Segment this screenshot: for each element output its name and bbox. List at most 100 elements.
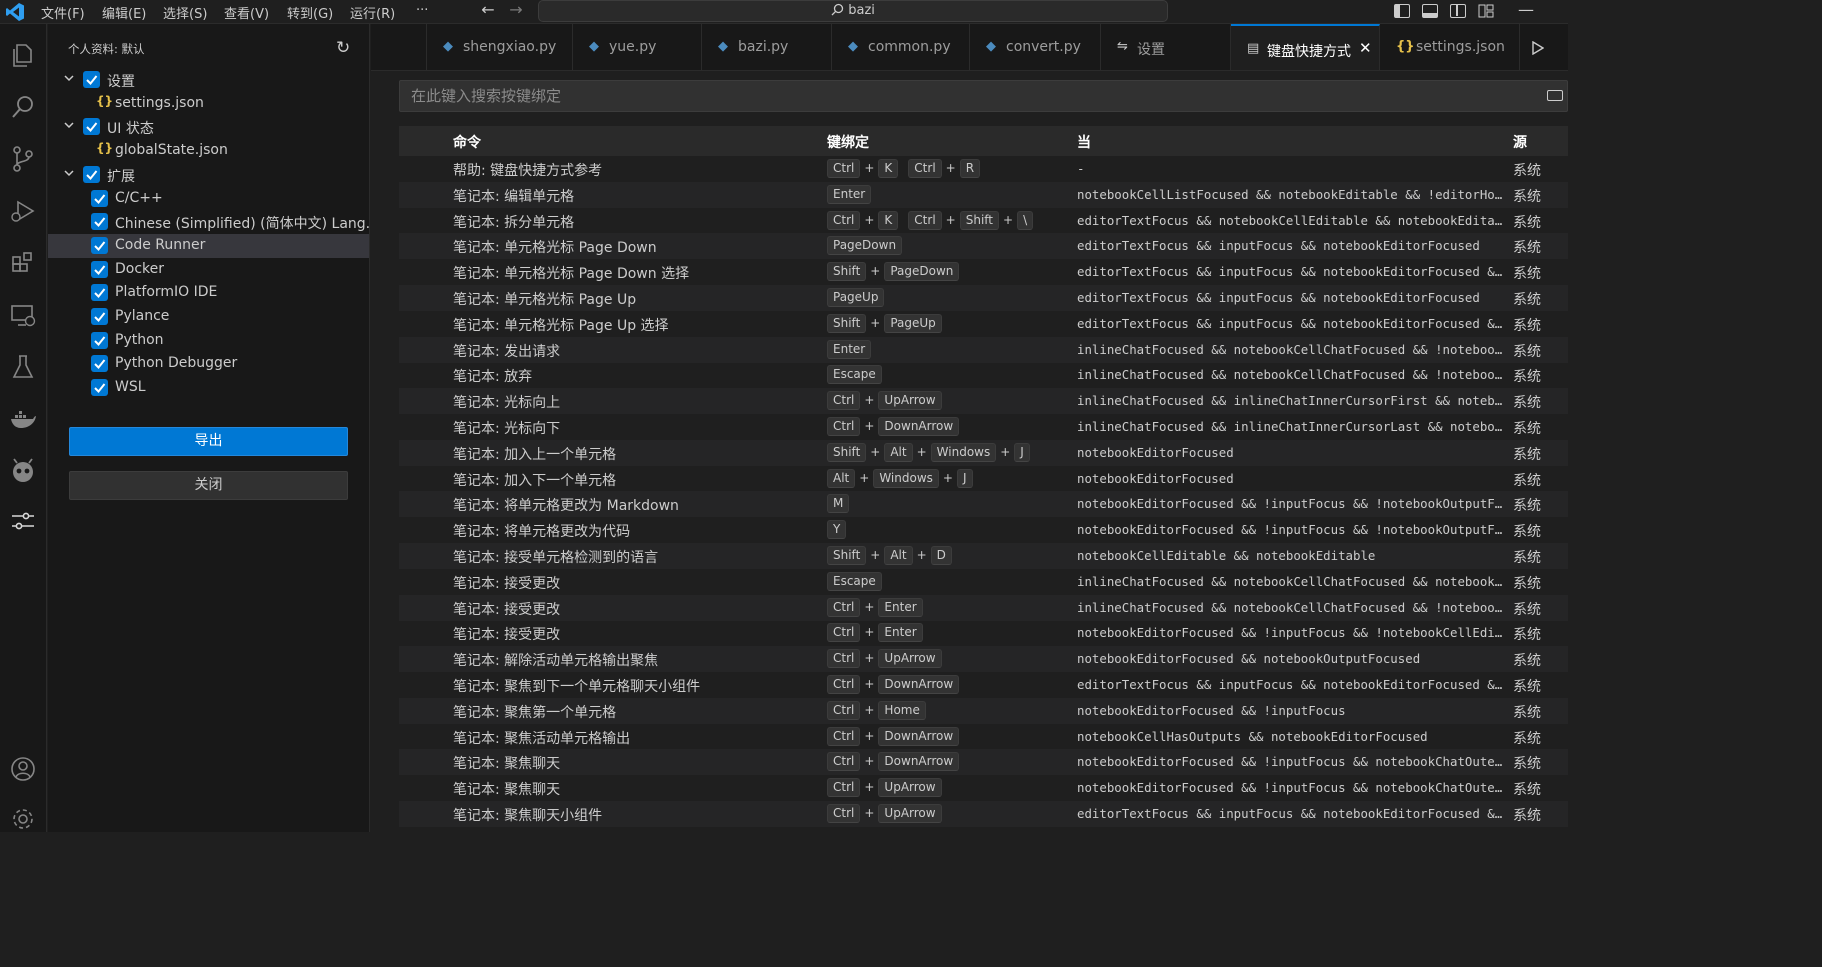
export-button[interactable]: 导出 <box>69 427 348 456</box>
tab-overflow[interactable] <box>371 24 427 70</box>
toggle-secondary-sidebar-icon[interactable] <box>1450 4 1466 18</box>
keybinding-row[interactable]: 笔记本: 接受更改 Ctrl + Enter notebookEditorFocused… <box>399 620 1568 646</box>
forward-arrow-icon[interactable]: → <box>506 0 526 22</box>
close-tab-icon[interactable]: ✕ <box>1359 39 1372 57</box>
tree-item[interactable]: C/C++ <box>48 187 369 211</box>
tree-item[interactable]: Code Runner <box>48 233 369 258</box>
editor-tab[interactable]: ◆ bazi.py <box>702 24 832 70</box>
keybinding-row[interactable]: 笔记本: 光标向下 Ctrl + DownArrow inlineChatFocused… <box>399 414 1568 440</box>
source-control-icon[interactable] <box>8 144 38 174</box>
tree-item[interactable]: 设置 <box>48 68 369 92</box>
keybinding-row[interactable]: 帮助: 键盘快捷方式参考 Ctrl + K Ctrl + R - 系统 <box>399 156 1568 182</box>
search-icon[interactable] <box>8 92 38 122</box>
tree-item[interactable]: Python Debugger <box>48 352 369 376</box>
keybinding-row[interactable]: 笔记本: 将单元格更改为 Markdown MnotebookEditorFocu… <box>399 491 1568 518</box>
command-center-search[interactable]: bazi <box>538 0 1168 22</box>
checkbox[interactable] <box>91 308 108 325</box>
minimize-icon[interactable]: — <box>1518 0 1534 19</box>
checkbox[interactable] <box>83 71 100 88</box>
keybinding-row[interactable]: 笔记本: 聚焦第一个单元格 Ctrl + Home notebookEditorFocu… <box>399 697 1568 724</box>
explorer-icon[interactable] <box>8 40 38 70</box>
keybinding-row[interactable]: 笔记本: 拆分单元格 Ctrl + K Ctrl + Shift + \ editorTextFo… <box>399 208 1568 234</box>
keybinding-row[interactable]: 笔记本: 单元格光标 Page Down PageDown editorTextFo… <box>399 233 1568 260</box>
editor-tab[interactable]: ▤ 键盘快捷方式 ✕ <box>1231 24 1380 70</box>
checkbox[interactable] <box>91 355 108 373</box>
toggle-panel-icon[interactable] <box>1422 4 1438 18</box>
tree-item[interactable]: {} settings.json <box>48 92 369 116</box>
tree-item[interactable]: UI 状态 <box>48 115 369 139</box>
chevron-down-icon[interactable] <box>62 166 76 180</box>
keybinding-row[interactable]: 笔记本: 单元格光标 Page Up PageUp editorTextFocus … <box>399 285 1568 311</box>
checkbox[interactable] <box>91 189 108 207</box>
menu-edit[interactable]: 编辑(E) <box>102 3 146 22</box>
keybinding-row[interactable]: 笔记本: 单元格光标 Page Down 选择 Shift + PageDown edi… <box>399 259 1568 285</box>
tree-item[interactable]: Python <box>48 329 369 353</box>
keybinding-row[interactable]: 笔记本: 解除活动单元格输出聚焦 Ctrl + UpArrow notebookEdit… <box>399 646 1568 673</box>
checkbox[interactable] <box>91 284 108 302</box>
editor-tab[interactable]: ⇋ 设置 <box>1101 24 1231 70</box>
menu-view[interactable]: 查看(V) <box>224 3 269 22</box>
chevron-down-icon[interactable] <box>62 118 76 132</box>
header-when[interactable]: 当 <box>1077 132 1091 152</box>
keybinding-row[interactable]: 笔记本: 聚焦聊天 Ctrl + DownArrow notebookEditorFoc… <box>399 749 1568 776</box>
close-button[interactable]: 关闭 <box>69 471 348 500</box>
docker-icon[interactable] <box>8 404 38 434</box>
menu-more[interactable]: ··· <box>416 3 428 18</box>
editor-tab[interactable]: ◆ common.py <box>832 24 970 70</box>
header-source[interactable]: 源 <box>1513 132 1527 152</box>
keybinding-row[interactable]: 笔记本: 接受更改 Ctrl + Enter inlineChatFocused && … <box>399 594 1568 621</box>
keybinding-row[interactable]: 笔记本: 将单元格更改为代码 YnotebookEditorFocused && … <box>399 517 1568 543</box>
tree-item[interactable]: Pylance <box>48 305 369 329</box>
keybinding-row[interactable]: 笔记本: 接受单元格检测到的语言 Shift + Alt + DnotebookCellE… <box>399 543 1568 569</box>
toggle-primary-sidebar-icon[interactable] <box>1394 4 1410 18</box>
editor-tab[interactable]: {} settings.json <box>1380 24 1520 70</box>
keybinding-row[interactable]: 笔记本: 接受更改 Escape inlineChatFocused && note… <box>399 569 1568 595</box>
keybinding-row[interactable]: 笔记本: 光标向上 Ctrl + UpArrow inlineChatFocused &… <box>399 388 1568 415</box>
tree-item[interactable]: PlatformIO IDE <box>48 281 369 305</box>
refresh-icon[interactable]: ↻ <box>336 38 350 58</box>
keybinding-row[interactable]: 笔记本: 加入下一个单元格 Alt + Windows + JnotebookEditor… <box>399 466 1568 492</box>
back-arrow-icon[interactable]: ← <box>478 0 498 22</box>
tree-item[interactable]: Docker <box>48 258 369 282</box>
header-keybinding[interactable]: 键绑定 <box>827 132 869 152</box>
keybinding-row[interactable]: 笔记本: 聚焦聊天 Ctrl + UpArrow notebookEditorFocus… <box>399 775 1568 801</box>
editor-tab[interactable]: ◆ yue.py <box>573 24 702 70</box>
keybinding-row[interactable]: 笔记本: 聚焦聊天小组件 Ctrl + UpArrow editorTextFocus … <box>399 801 1568 827</box>
editor-tab[interactable]: ◆ shengxiao.py <box>427 24 573 70</box>
checkbox[interactable] <box>91 213 108 231</box>
keybinding-row[interactable]: 笔记本: 聚焦活动单元格输出 Ctrl + DownArrow notebookCell… <box>399 724 1568 750</box>
menu-file[interactable]: 文件(F) <box>41 3 85 22</box>
tree-item[interactable]: 扩展 <box>48 163 369 187</box>
accounts-icon[interactable] <box>8 754 38 784</box>
keybinding-search-input[interactable]: 在此键入搜索按键绑定 <box>399 80 1568 112</box>
keybinding-row[interactable]: 笔记本: 聚焦到下一个单元格聊天小组件 Ctrl + DownArrow editorT… <box>399 672 1568 698</box>
customize-layout-icon[interactable] <box>1478 4 1494 18</box>
manage-gear-icon[interactable] <box>8 804 38 834</box>
run-icon[interactable] <box>1532 41 1544 55</box>
menu-run[interactable]: 运行(R) <box>350 3 395 22</box>
keybinding-row[interactable]: 笔记本: 单元格光标 Page Up 选择 Shift + PageUp editorT… <box>399 311 1568 337</box>
record-keys-icon[interactable] <box>1547 90 1563 101</box>
extensions-icon[interactable] <box>8 248 38 278</box>
keybinding-row[interactable]: 笔记本: 发出请求 Enter inlineChatFocused && noteb… <box>399 336 1568 363</box>
checkbox[interactable] <box>91 260 108 278</box>
tree-item[interactable]: Chinese (Simplified) (简体中文) Lang... <box>48 210 379 234</box>
keybinding-row[interactable]: 笔记本: 加入上一个单元格 Shift + Alt + Windows + Jnotebook… <box>399 439 1568 466</box>
chevron-down-icon[interactable] <box>62 71 76 85</box>
keybinding-row[interactable]: 笔记本: 编辑单元格 Enter notebookCellListFocused &… <box>399 181 1568 208</box>
remote-explorer-icon[interactable] <box>8 300 38 330</box>
editor-tab[interactable]: ◆ convert.py <box>970 24 1101 70</box>
checkbox[interactable] <box>91 236 108 254</box>
tree-item[interactable]: WSL <box>48 376 369 400</box>
menu-selection[interactable]: 选择(S) <box>163 3 207 22</box>
run-and-debug-icon[interactable] <box>8 196 38 226</box>
platformio-icon[interactable] <box>8 456 38 486</box>
checkbox[interactable] <box>91 379 108 397</box>
testing-icon[interactable] <box>8 352 38 382</box>
checkbox[interactable] <box>91 331 108 349</box>
checkbox[interactable] <box>83 118 100 136</box>
tree-item[interactable]: {} globalState.json <box>48 139 369 163</box>
profile-editor-icon[interactable] <box>8 506 38 536</box>
keybinding-row[interactable]: 笔记本: 放弃 Escape inlineChatFocused && notebo… <box>399 362 1568 388</box>
header-command[interactable]: 命令 <box>453 132 481 152</box>
